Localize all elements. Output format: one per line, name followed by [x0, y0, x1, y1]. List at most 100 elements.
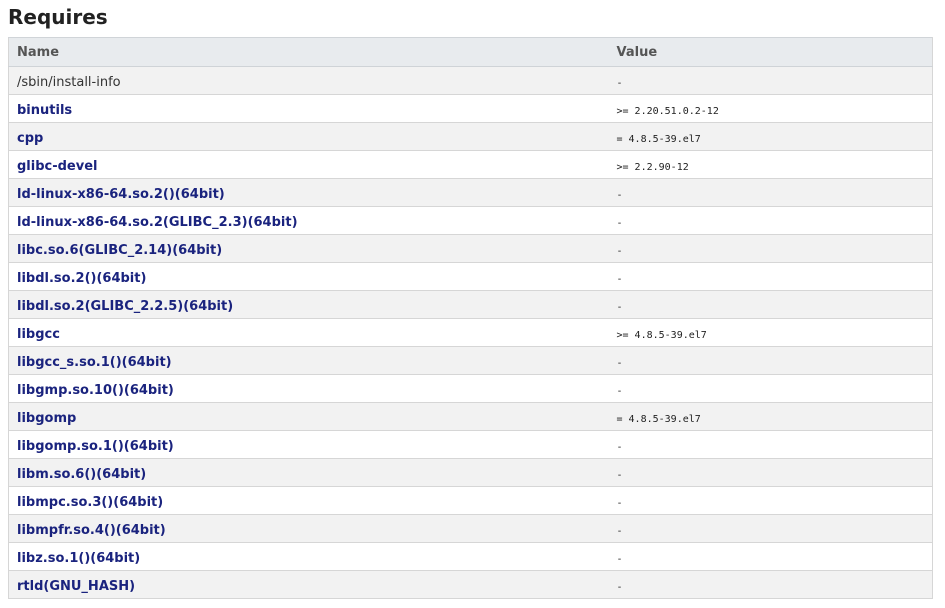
package-link[interactable]: libz.so.1()(64bit): [17, 551, 140, 566]
package-name-cell: libc.so.6(GLIBC_2.14)(64bit): [8, 234, 609, 263]
version-cell: -: [608, 346, 933, 375]
version-cell: -: [608, 290, 933, 319]
version-cell: -: [608, 262, 933, 291]
version-cell: >= 2.20.51.0.2-12: [608, 94, 933, 123]
package-name-cell: libm.so.6()(64bit): [8, 458, 609, 487]
table-header-row: Name Value: [8, 37, 933, 67]
version-cell: -: [608, 458, 933, 487]
package-link[interactable]: libmpc.so.3()(64bit): [17, 495, 163, 510]
version-value: -: [616, 190, 623, 201]
package-name-cell: libz.so.1()(64bit): [8, 542, 609, 571]
package-link[interactable]: libgcc: [17, 327, 60, 342]
table-row: glibc-devel >= 2.2.90-12: [8, 150, 933, 179]
version-value: -: [616, 218, 623, 229]
package-link[interactable]: libmpfr.so.4()(64bit): [17, 523, 166, 538]
version-value: -: [616, 358, 623, 369]
version-cell: -: [608, 514, 933, 543]
package-link[interactable]: binutils: [17, 103, 72, 118]
column-header-value: Value: [608, 37, 933, 67]
package-name-cell: libgmp.so.10()(64bit): [8, 374, 609, 403]
package-name-cell: cpp: [8, 122, 609, 151]
package-link[interactable]: libm.so.6()(64bit): [17, 467, 146, 482]
package-name-cell: libmpc.so.3()(64bit): [8, 486, 609, 515]
package-link[interactable]: libdl.so.2()(64bit): [17, 271, 146, 286]
package-name-cell: libgomp.so.1()(64bit): [8, 430, 609, 459]
table-row: binutils >= 2.20.51.0.2-12: [8, 94, 933, 123]
package-name-cell: libgcc: [8, 318, 609, 347]
package-name-cell: rtld(GNU_HASH): [8, 570, 609, 599]
table-row: cpp = 4.8.5-39.el7: [8, 122, 933, 151]
package-link[interactable]: ld-linux-x86-64.so.2(GLIBC_2.3)(64bit): [17, 215, 298, 230]
package-name-cell: libdl.so.2()(64bit): [8, 262, 609, 291]
version-value: -: [616, 498, 623, 509]
version-cell: = 4.8.5-39.el7: [608, 122, 933, 151]
version-value: -: [616, 302, 623, 313]
table-row: ld-linux-x86-64.so.2()(64bit) -: [8, 178, 933, 207]
version-value: -: [616, 470, 623, 481]
package-name-cell: binutils: [8, 94, 609, 123]
version-cell: -: [608, 66, 933, 95]
section-title: Requires: [8, 5, 108, 29]
version-value: -: [616, 386, 623, 397]
version-cell: >= 2.2.90-12: [608, 150, 933, 179]
package-link[interactable]: libc.so.6(GLIBC_2.14)(64bit): [17, 243, 222, 258]
version-cell: -: [608, 206, 933, 235]
version-value: >= 2.20.51.0.2-12: [616, 106, 719, 117]
version-cell: -: [608, 542, 933, 571]
version-cell: -: [608, 430, 933, 459]
table-row: libmpc.so.3()(64bit) -: [8, 486, 933, 515]
version-value: = 4.8.5-39.el7: [616, 414, 701, 425]
version-value: -: [616, 246, 623, 257]
version-value: -: [616, 442, 623, 453]
version-cell: -: [608, 178, 933, 207]
table-row: libmpfr.so.4()(64bit) -: [8, 514, 933, 543]
table-row: libgcc >= 4.8.5-39.el7: [8, 318, 933, 347]
version-cell: = 4.8.5-39.el7: [608, 402, 933, 431]
version-cell: -: [608, 570, 933, 599]
version-value: -: [616, 582, 623, 593]
table-row: libc.so.6(GLIBC_2.14)(64bit) -: [8, 234, 933, 263]
version-value: -: [616, 78, 623, 89]
package-name-cell: glibc-devel: [8, 150, 609, 179]
package-name-cell: ld-linux-x86-64.so.2()(64bit): [8, 178, 609, 207]
table-row: /sbin/install-info -: [8, 66, 933, 95]
table-row: rtld(GNU_HASH) -: [8, 570, 933, 599]
table-body: /sbin/install-info - binutils >= 2.20.51.0.…: [8, 66, 933, 599]
package-link[interactable]: glibc-devel: [17, 159, 98, 174]
version-cell: -: [608, 486, 933, 515]
package-name-cell: ld-linux-x86-64.so.2(GLIBC_2.3)(64bit): [8, 206, 609, 235]
package-name: /sbin/install-info: [17, 75, 121, 90]
package-name-cell: libmpfr.so.4()(64bit): [8, 514, 609, 543]
table-row: libgmp.so.10()(64bit) -: [8, 374, 933, 403]
table-row: libgcc_s.so.1()(64bit) -: [8, 346, 933, 375]
package-link[interactable]: libgmp.so.10()(64bit): [17, 383, 174, 398]
column-header-name: Name: [8, 37, 609, 67]
package-name-cell: libgcc_s.so.1()(64bit): [8, 346, 609, 375]
package-name-cell: libdl.so.2(GLIBC_2.2.5)(64bit): [8, 290, 609, 319]
version-value: -: [616, 554, 623, 565]
version-value: = 4.8.5-39.el7: [616, 134, 701, 145]
version-value: >= 4.8.5-39.el7: [616, 330, 707, 341]
table-row: libm.so.6()(64bit) -: [8, 458, 933, 487]
version-value: -: [616, 274, 623, 285]
table-row: libz.so.1()(64bit) -: [8, 542, 933, 571]
table-row: libdl.so.2()(64bit) -: [8, 262, 933, 291]
version-value: >= 2.2.90-12: [616, 162, 689, 173]
package-name-cell: /sbin/install-info: [8, 66, 609, 95]
requires-table: Name Value /sbin/install-info - binutils >=…: [8, 37, 933, 599]
package-link[interactable]: rtld(GNU_HASH): [17, 579, 135, 594]
package-link[interactable]: libdl.so.2(GLIBC_2.2.5)(64bit): [17, 299, 233, 314]
table-row: ld-linux-x86-64.so.2(GLIBC_2.3)(64bit) -: [8, 206, 933, 235]
version-value: -: [616, 526, 623, 537]
package-link[interactable]: ld-linux-x86-64.so.2()(64bit): [17, 187, 225, 202]
table-row: libgomp.so.1()(64bit) -: [8, 430, 933, 459]
package-name-cell: libgomp: [8, 402, 609, 431]
package-link[interactable]: libgomp: [17, 411, 76, 426]
version-cell: -: [608, 374, 933, 403]
package-link[interactable]: cpp: [17, 131, 43, 146]
table-row: libgomp = 4.8.5-39.el7: [8, 402, 933, 431]
package-link[interactable]: libgomp.so.1()(64bit): [17, 439, 174, 454]
table-row: libdl.so.2(GLIBC_2.2.5)(64bit) -: [8, 290, 933, 319]
package-link[interactable]: libgcc_s.so.1()(64bit): [17, 355, 172, 370]
version-cell: >= 4.8.5-39.el7: [608, 318, 933, 347]
